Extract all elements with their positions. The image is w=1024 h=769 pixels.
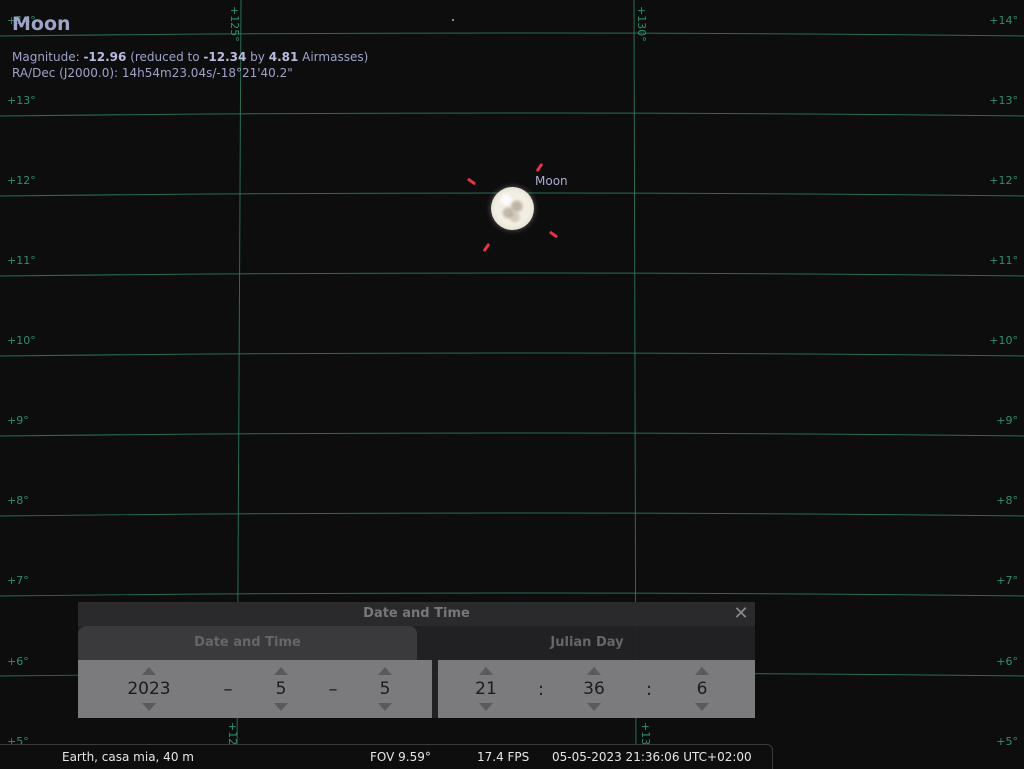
second-spinbox[interactable]: 6 xyxy=(682,660,722,718)
tab-julian-day[interactable]: Julian Day xyxy=(419,626,755,660)
date-separator: – xyxy=(328,679,338,700)
time-panel: 21 : 36 : 6 xyxy=(438,660,755,718)
dec-line-8 xyxy=(0,512,1024,517)
dec-label-right: +12° xyxy=(989,174,1018,187)
date-separator: – xyxy=(223,679,233,700)
increment-arrow-icon[interactable] xyxy=(695,667,709,675)
increment-arrow-icon[interactable] xyxy=(274,667,288,675)
dec-label-right: +8° xyxy=(996,494,1018,507)
dec-line-13 xyxy=(0,112,1024,117)
dec-label-left: +10° xyxy=(7,334,36,347)
dec-line-7 xyxy=(0,592,1024,597)
decrement-arrow-icon[interactable] xyxy=(142,703,156,711)
ra-label-top: +130° xyxy=(635,6,648,42)
dec-label-left: +6° xyxy=(7,655,29,668)
increment-arrow-icon[interactable] xyxy=(479,667,493,675)
object-name: Moon xyxy=(12,13,71,35)
month-spinbox[interactable]: 5 xyxy=(261,660,301,718)
dec-label-right: +11° xyxy=(989,254,1018,267)
decrement-arrow-icon[interactable] xyxy=(274,703,288,711)
hour-value[interactable]: 21 xyxy=(466,679,506,699)
minute-spinbox[interactable]: 36 xyxy=(574,660,614,718)
date-panel: 2023 – 5 – 5 xyxy=(78,660,432,718)
decrement-arrow-icon[interactable] xyxy=(587,703,601,711)
fps-readout: 17.4 FPS xyxy=(477,750,530,764)
dec-line-14 xyxy=(0,32,1024,37)
dec-label-right: +5° xyxy=(996,735,1018,748)
time-separator: : xyxy=(645,679,653,700)
minute-value[interactable]: 36 xyxy=(574,679,614,699)
year-value[interactable]: 2023 xyxy=(116,679,182,699)
fov-readout: FOV 9.59° xyxy=(370,750,431,764)
day-spinbox[interactable]: 5 xyxy=(365,660,405,718)
dec-label-left: +9° xyxy=(7,414,29,427)
tab-date-and-time[interactable]: Date and Time xyxy=(78,626,417,660)
dec-label-right: +7° xyxy=(996,574,1018,587)
increment-arrow-icon[interactable] xyxy=(142,667,156,675)
dec-label-left: +12° xyxy=(7,174,36,187)
magnitude-label: Magnitude: xyxy=(12,50,84,64)
moon-object[interactable] xyxy=(491,187,534,230)
object-magnitude-line: Magnitude: -12.96 (reduced to -12.34 by … xyxy=(12,50,368,64)
decrement-arrow-icon[interactable] xyxy=(378,703,392,711)
star[interactable] xyxy=(452,19,454,21)
time-separator: : xyxy=(537,679,545,700)
dialog-title[interactable]: Date and Time xyxy=(78,602,755,626)
dec-label-left: +11° xyxy=(7,254,36,267)
airmasses-label: Airmasses) xyxy=(298,50,369,64)
airmasses-value: 4.81 xyxy=(268,50,299,64)
increment-arrow-icon[interactable] xyxy=(378,667,392,675)
dec-label-right: +6° xyxy=(996,655,1018,668)
close-icon[interactable]: ✕ xyxy=(732,604,750,624)
dec-label-right: +10° xyxy=(989,334,1018,347)
dec-line-11 xyxy=(0,272,1024,277)
month-value[interactable]: 5 xyxy=(261,679,301,699)
second-value[interactable]: 6 xyxy=(682,679,722,699)
dec-label-left: +7° xyxy=(7,574,29,587)
dec-label-left: +8° xyxy=(7,494,29,507)
hour-spinbox[interactable]: 21 xyxy=(466,660,506,718)
decrement-arrow-icon[interactable] xyxy=(695,703,709,711)
reduced-value: -12.34 xyxy=(203,50,247,64)
dec-line-10 xyxy=(0,352,1024,357)
location-readout: Earth, casa mia, 40 m xyxy=(62,750,194,764)
dec-label-right: +13° xyxy=(989,94,1018,107)
dec-label-left: +13° xyxy=(7,94,36,107)
dec-label-right: +14° xyxy=(989,14,1018,27)
ra-label-top: +125° xyxy=(228,6,241,42)
date-time-dialog: Date and Time ✕ Date and Time Julian Day… xyxy=(78,602,755,718)
status-bar: Earth, casa mia, 40 m FOV 9.59° 17.4 FPS… xyxy=(0,744,773,769)
day-value[interactable]: 5 xyxy=(365,679,405,699)
object-radec: RA/Dec (J2000.0): 14h54m23.04s/-18°21'40… xyxy=(12,66,293,80)
dec-label-right: +9° xyxy=(996,414,1018,427)
by-label: by xyxy=(246,50,269,64)
increment-arrow-icon[interactable] xyxy=(587,667,601,675)
year-spinbox[interactable]: 2023 xyxy=(116,660,182,718)
dec-line-9 xyxy=(0,432,1024,437)
magnitude-value: -12.96 xyxy=(83,50,127,64)
decrement-arrow-icon[interactable] xyxy=(479,703,493,711)
datetime-readout: 05-05-2023 21:36:06 UTC+02:00 xyxy=(552,750,752,764)
reduced-label: (reduced to xyxy=(126,50,204,64)
moon-label: Moon xyxy=(535,174,568,188)
